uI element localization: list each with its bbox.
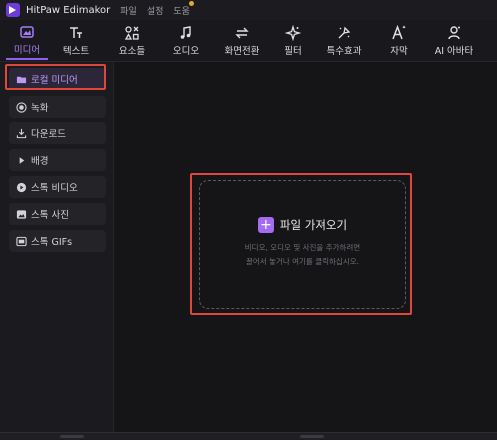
import-hint-line2: 끌어서 놓거나 여기를 클릭하십시오. xyxy=(245,257,360,266)
sidebar-item-label: 스톡 GIFs xyxy=(31,237,73,248)
tab-text-label: 텍스트 xyxy=(62,46,90,57)
import-hint-line1: 비디오, 오디오 및 사진을 추가하려면 xyxy=(244,243,361,252)
sidebar-item-label: 녹화 xyxy=(31,103,49,114)
tab-ai-avatar[interactable]: AI 아바타 xyxy=(426,22,482,60)
sidebar-item-background[interactable]: 배경 xyxy=(9,149,106,171)
plus-icon: + xyxy=(257,217,274,233)
record-icon xyxy=(14,100,28,114)
sidebar-item-stock-photo[interactable]: 스톡 사진 xyxy=(9,203,106,225)
bottom-bar xyxy=(0,432,497,440)
tab-transition[interactable]: 화면전환 xyxy=(218,22,266,60)
tab-subtitle-label: 자막 xyxy=(390,46,408,57)
tab-transition-label: 화면전환 xyxy=(224,46,260,57)
tab-ai-avatar-label: AI 아바타 xyxy=(434,46,474,57)
import-row: + 파일 가져오기 xyxy=(200,217,405,233)
import-files-label: 파일 가져오기 xyxy=(279,218,348,232)
media-icon xyxy=(20,26,34,38)
tab-effects[interactable]: 특수효과 xyxy=(320,22,368,60)
audio-icon xyxy=(180,26,191,39)
sidebar-item-label: 스톡 사진 xyxy=(31,210,69,221)
tab-media[interactable]: 미디어 xyxy=(6,22,48,60)
tab-elements-label: 요소들 xyxy=(118,46,146,57)
menu-settings[interactable]: 설정 xyxy=(147,4,164,17)
bottom-tick xyxy=(300,435,324,438)
play-arrow-icon xyxy=(14,153,28,167)
sidebar-item-stock-gifs[interactable]: 스톡 GIFs xyxy=(9,230,106,252)
video-play-icon xyxy=(14,180,28,194)
title-bar: HitPaw Edimakor 파일 설정 도움 xyxy=(0,0,497,20)
sidebar-item-local-media[interactable]: 로컬 미디어 xyxy=(9,68,106,90)
sidebar-item-stock-video[interactable]: 스톡 비디오 xyxy=(9,176,106,198)
main-toolbar: 미디어 텍스트 요소들 오디오 화면전환 필터 특수효과 자막 AI 아바타 xyxy=(0,20,497,62)
import-dropzone[interactable]: + 파일 가져오기 비디오, 오디오 및 사진을 추가하려면 끌어서 놓거나 여… xyxy=(199,180,406,309)
tab-audio-label: 오디오 xyxy=(172,46,200,57)
sidebar-item-label: 배경 xyxy=(31,156,49,167)
download-icon xyxy=(14,126,28,140)
transition-icon xyxy=(235,27,249,39)
text-icon xyxy=(70,27,82,38)
subtitle-icon xyxy=(392,25,406,40)
elements-icon xyxy=(124,26,139,40)
gif-icon xyxy=(14,234,28,248)
menu-help-label: 도움 xyxy=(173,6,190,17)
app-title: HitPaw Edimakor xyxy=(26,4,111,16)
notification-dot xyxy=(188,0,194,6)
tab-subtitle[interactable]: 자막 xyxy=(384,22,414,60)
bottom-tick xyxy=(60,435,84,438)
folder-icon xyxy=(14,72,28,86)
sidebar-item-download[interactable]: 다운로드 xyxy=(9,122,106,144)
menu-file[interactable]: 파일 xyxy=(120,4,137,17)
tab-filter-label: 필터 xyxy=(284,46,302,57)
tab-elements[interactable]: 요소들 xyxy=(110,22,154,60)
tab-audio[interactable]: 오디오 xyxy=(165,22,207,60)
image-icon xyxy=(14,207,28,221)
tab-text[interactable]: 텍스트 xyxy=(55,22,97,60)
sidebar-item-record[interactable]: 녹화 xyxy=(9,96,106,118)
menu-help[interactable]: 도움 xyxy=(173,0,194,17)
effects-icon xyxy=(338,26,351,39)
tab-effects-label: 특수효과 xyxy=(326,46,362,57)
sidebar-item-label: 스톡 비디오 xyxy=(31,183,78,194)
app-logo-icon xyxy=(6,3,20,17)
tab-filter[interactable]: 필터 xyxy=(278,22,308,60)
ai-avatar-icon xyxy=(448,26,460,40)
media-sidebar: 로컬 미디어 녹화 다운로드 배경 스톡 비디오 스톡 사진 스톡 GIFs xyxy=(0,62,114,440)
tab-media-label: 미디어 xyxy=(13,45,41,56)
sidebar-item-label: 로컬 미디어 xyxy=(31,75,78,86)
sidebar-item-label: 다운로드 xyxy=(31,129,66,140)
filter-icon xyxy=(285,25,301,41)
